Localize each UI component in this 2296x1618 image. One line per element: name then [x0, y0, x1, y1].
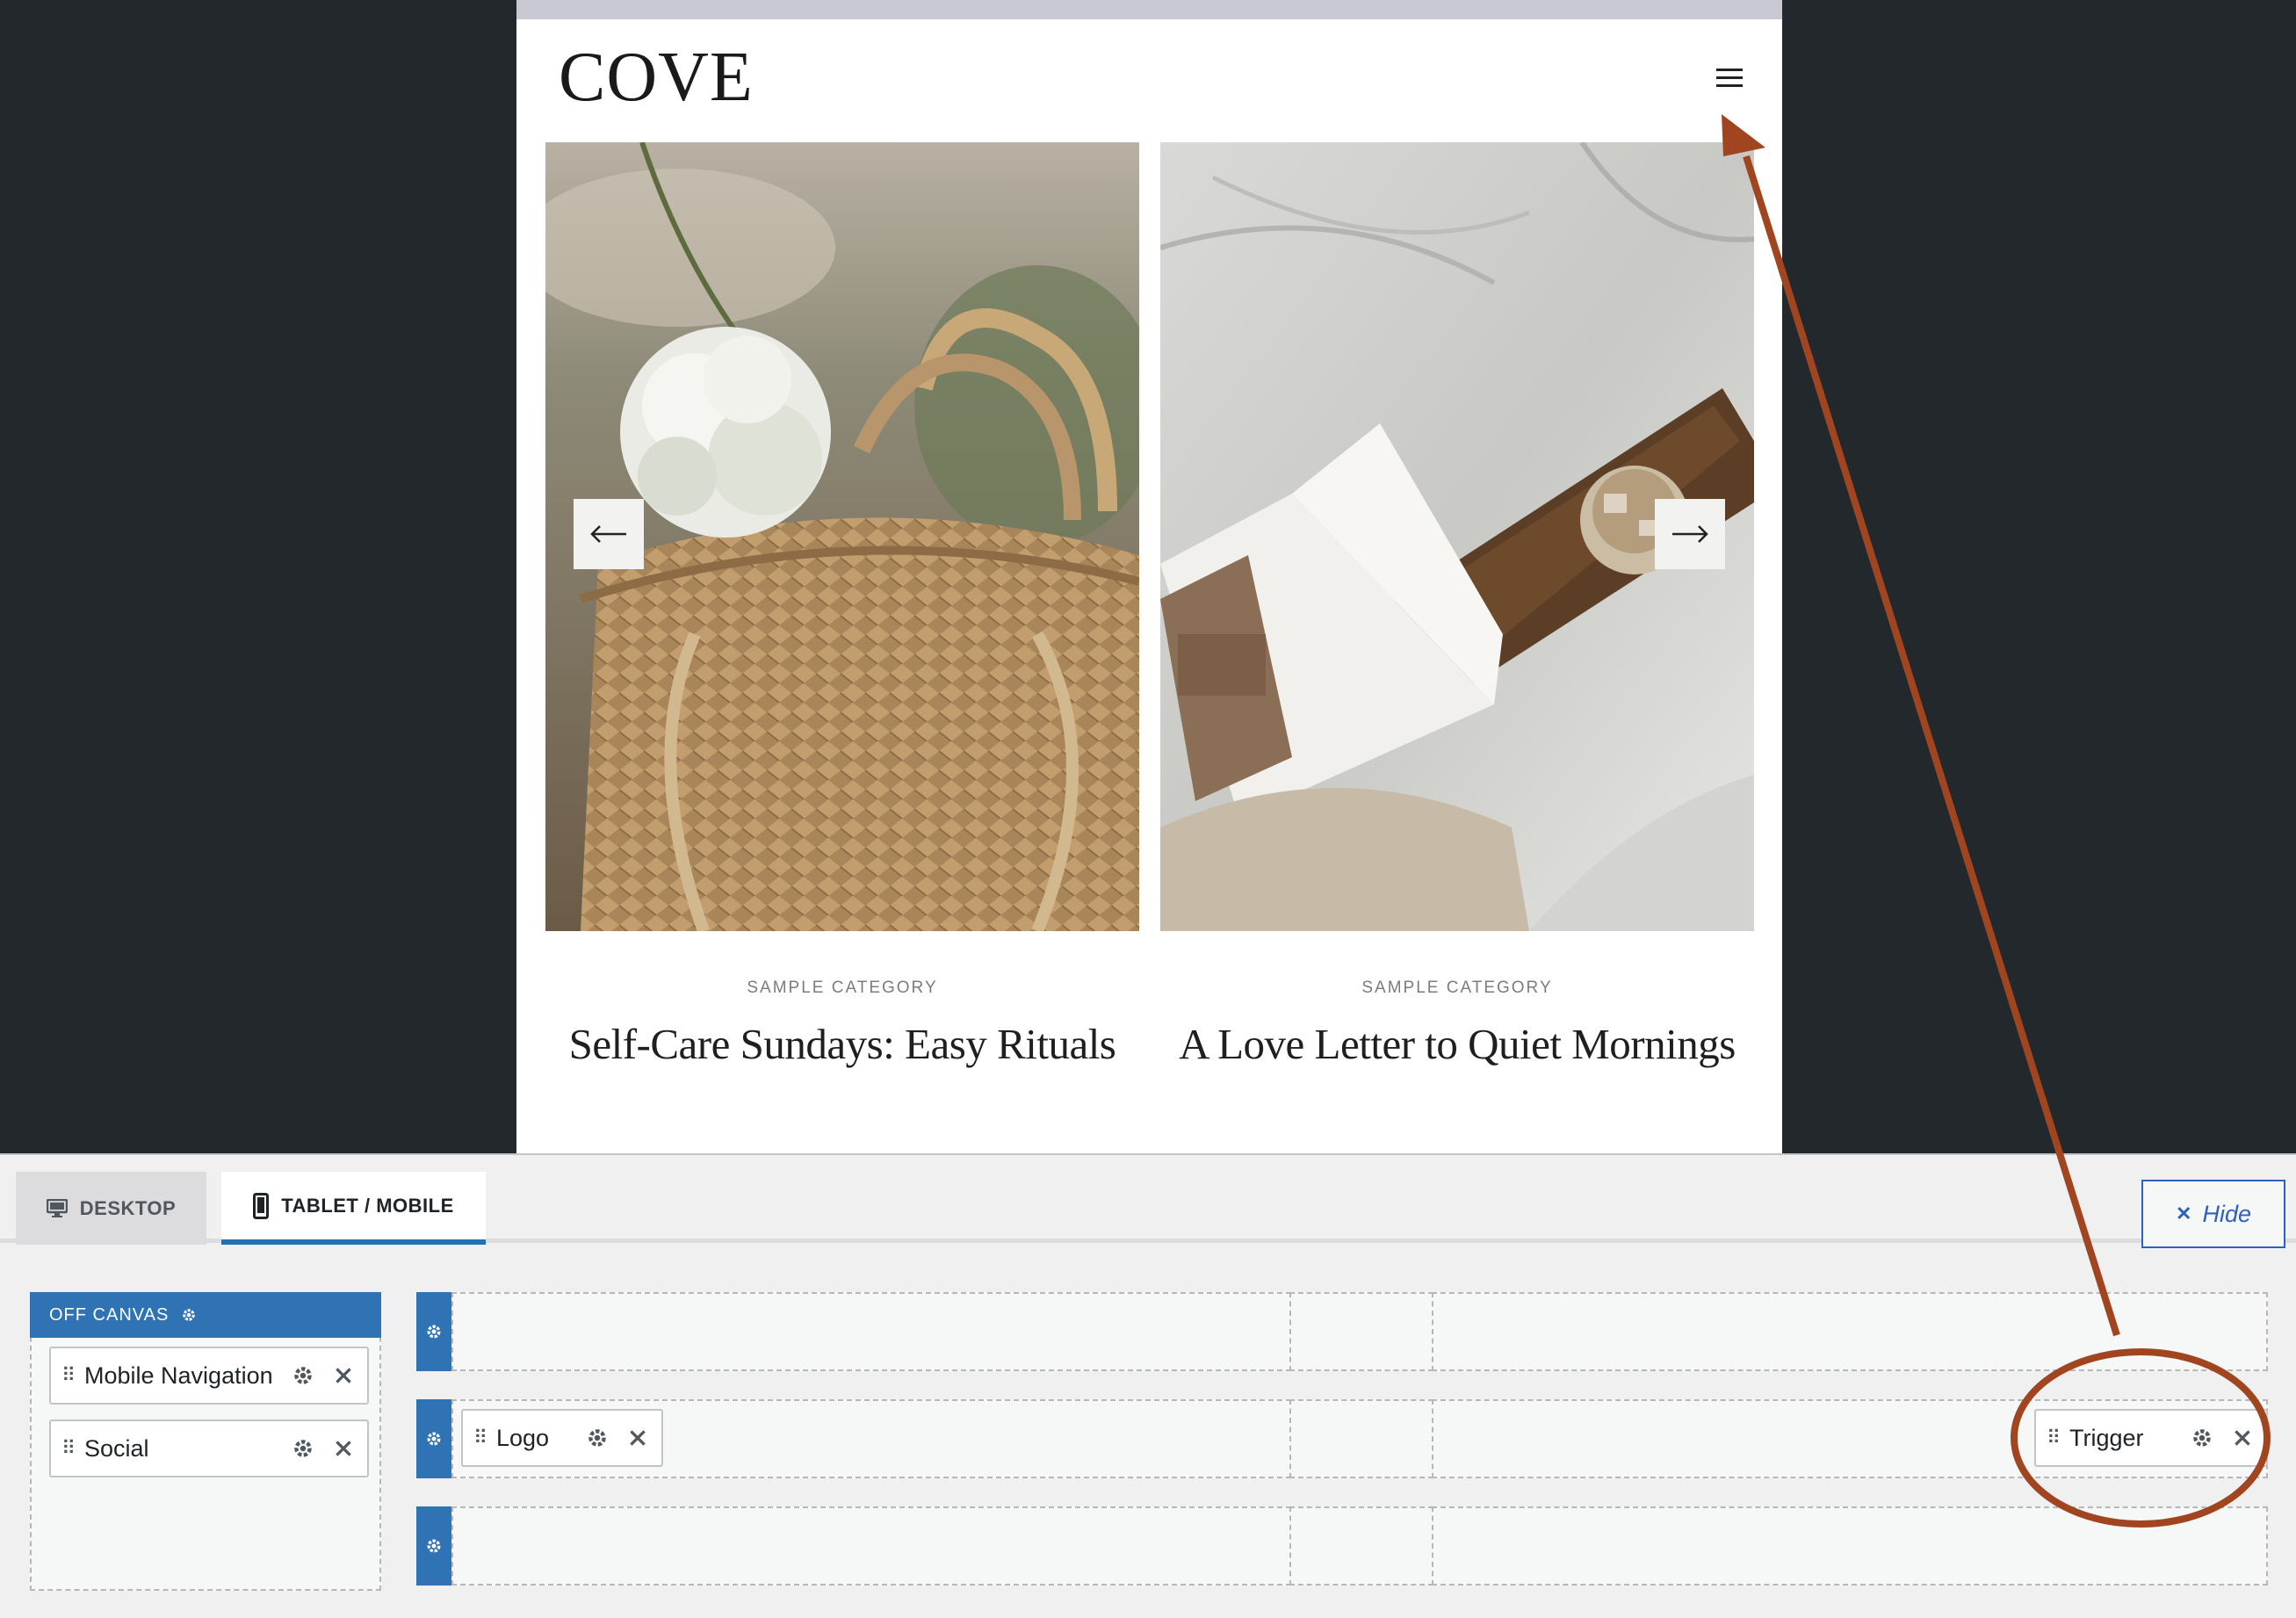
post-title[interactable]: A Love Letter to Quiet Mornings: [1160, 1019, 1754, 1069]
tab-desktop[interactable]: DESKTOP: [16, 1172, 206, 1245]
post-category[interactable]: SAMPLE CATEGORY: [545, 979, 1139, 998]
slider-next-button[interactable]: [1655, 499, 1725, 569]
gear-icon: [427, 1539, 441, 1553]
arrow-left-icon: [590, 525, 626, 543]
tab-tablet-mobile[interactable]: TABLET / MOBILE: [221, 1172, 486, 1245]
device-tabs: DESKTOP TABLET / MOBILE: [0, 1155, 2296, 1245]
hamburger-menu-icon[interactable]: [1709, 63, 1750, 98]
row-settings-button[interactable]: [416, 1399, 451, 1478]
off-canvas-header: OFF CANVAS: [30, 1292, 381, 1338]
tab-desktop-label: DESKTOP: [79, 1196, 177, 1219]
builder-item-mobile-navigation[interactable]: ⠿ Mobile Navigation: [49, 1347, 369, 1405]
arrow-right-icon: [1672, 525, 1708, 543]
gear-icon[interactable]: [292, 1437, 314, 1460]
builder-item-label: Social: [84, 1434, 149, 1462]
close-icon[interactable]: [626, 1427, 649, 1449]
mobile-icon: [253, 1192, 270, 1219]
builder-item-trigger[interactable]: ⠿ Trigger: [2034, 1409, 2268, 1467]
close-icon[interactable]: [2231, 1427, 2254, 1449]
header-row-bottom[interactable]: [416, 1506, 2268, 1585]
row-cell-right[interactable]: [1432, 1506, 2268, 1585]
post-title[interactable]: Self-Care Sundays: Easy Rituals: [545, 1019, 1139, 1069]
close-icon[interactable]: [332, 1364, 355, 1387]
builder-item-social[interactable]: ⠿ Social: [49, 1419, 369, 1477]
hide-button[interactable]: ✕ Hide: [2141, 1180, 2285, 1248]
gear-icon[interactable]: [181, 1307, 197, 1323]
row-cell-left[interactable]: [451, 1292, 1291, 1371]
close-icon: ✕: [2176, 1203, 2192, 1224]
drag-handle-icon[interactable]: ⠿: [473, 1428, 487, 1448]
row-settings-button[interactable]: [416, 1506, 451, 1585]
row-cell-left[interactable]: [451, 1506, 1291, 1585]
drag-handle-icon[interactable]: ⠿: [2047, 1428, 2061, 1448]
gear-icon[interactable]: [2191, 1427, 2213, 1449]
header-row-top[interactable]: [416, 1292, 2268, 1371]
header-row-main[interactable]: [416, 1399, 2268, 1478]
builder-item-label: Mobile Navigation: [84, 1362, 273, 1389]
slider-prev-button[interactable]: [574, 499, 644, 569]
drag-handle-icon[interactable]: ⠿: [61, 1366, 76, 1385]
close-icon[interactable]: [332, 1437, 355, 1460]
desktop-icon: [46, 1198, 68, 1217]
row-settings-button[interactable]: [416, 1292, 451, 1371]
hide-button-label: Hide: [2202, 1200, 2251, 1227]
row-cell-center[interactable]: [1289, 1506, 1433, 1585]
row-cell-center[interactable]: [1289, 1292, 1433, 1371]
drag-handle-icon[interactable]: ⠿: [61, 1439, 76, 1458]
builder-item-logo[interactable]: ⠿ Logo: [461, 1409, 663, 1467]
builder-item-label: Trigger: [2069, 1424, 2144, 1451]
row-cell-right[interactable]: [1432, 1292, 2268, 1371]
off-canvas-title: OFF CANVAS: [49, 1304, 170, 1325]
site-preview: COVE SAMPLE CATEGORY Self-Care Sundays: …: [516, 0, 1782, 1153]
gear-icon: [427, 1325, 441, 1339]
builder-item-label: Logo: [496, 1424, 550, 1451]
preview-top-strip: [516, 0, 1782, 19]
gear-icon: [427, 1432, 441, 1446]
site-logo[interactable]: COVE: [559, 42, 754, 112]
post-category[interactable]: SAMPLE CATEGORY: [1160, 979, 1754, 998]
gear-icon[interactable]: [292, 1364, 314, 1387]
tab-tablet-mobile-label: TABLET / MOBILE: [281, 1194, 454, 1217]
row-cell-center[interactable]: [1289, 1399, 1433, 1478]
gear-icon[interactable]: [586, 1427, 609, 1449]
